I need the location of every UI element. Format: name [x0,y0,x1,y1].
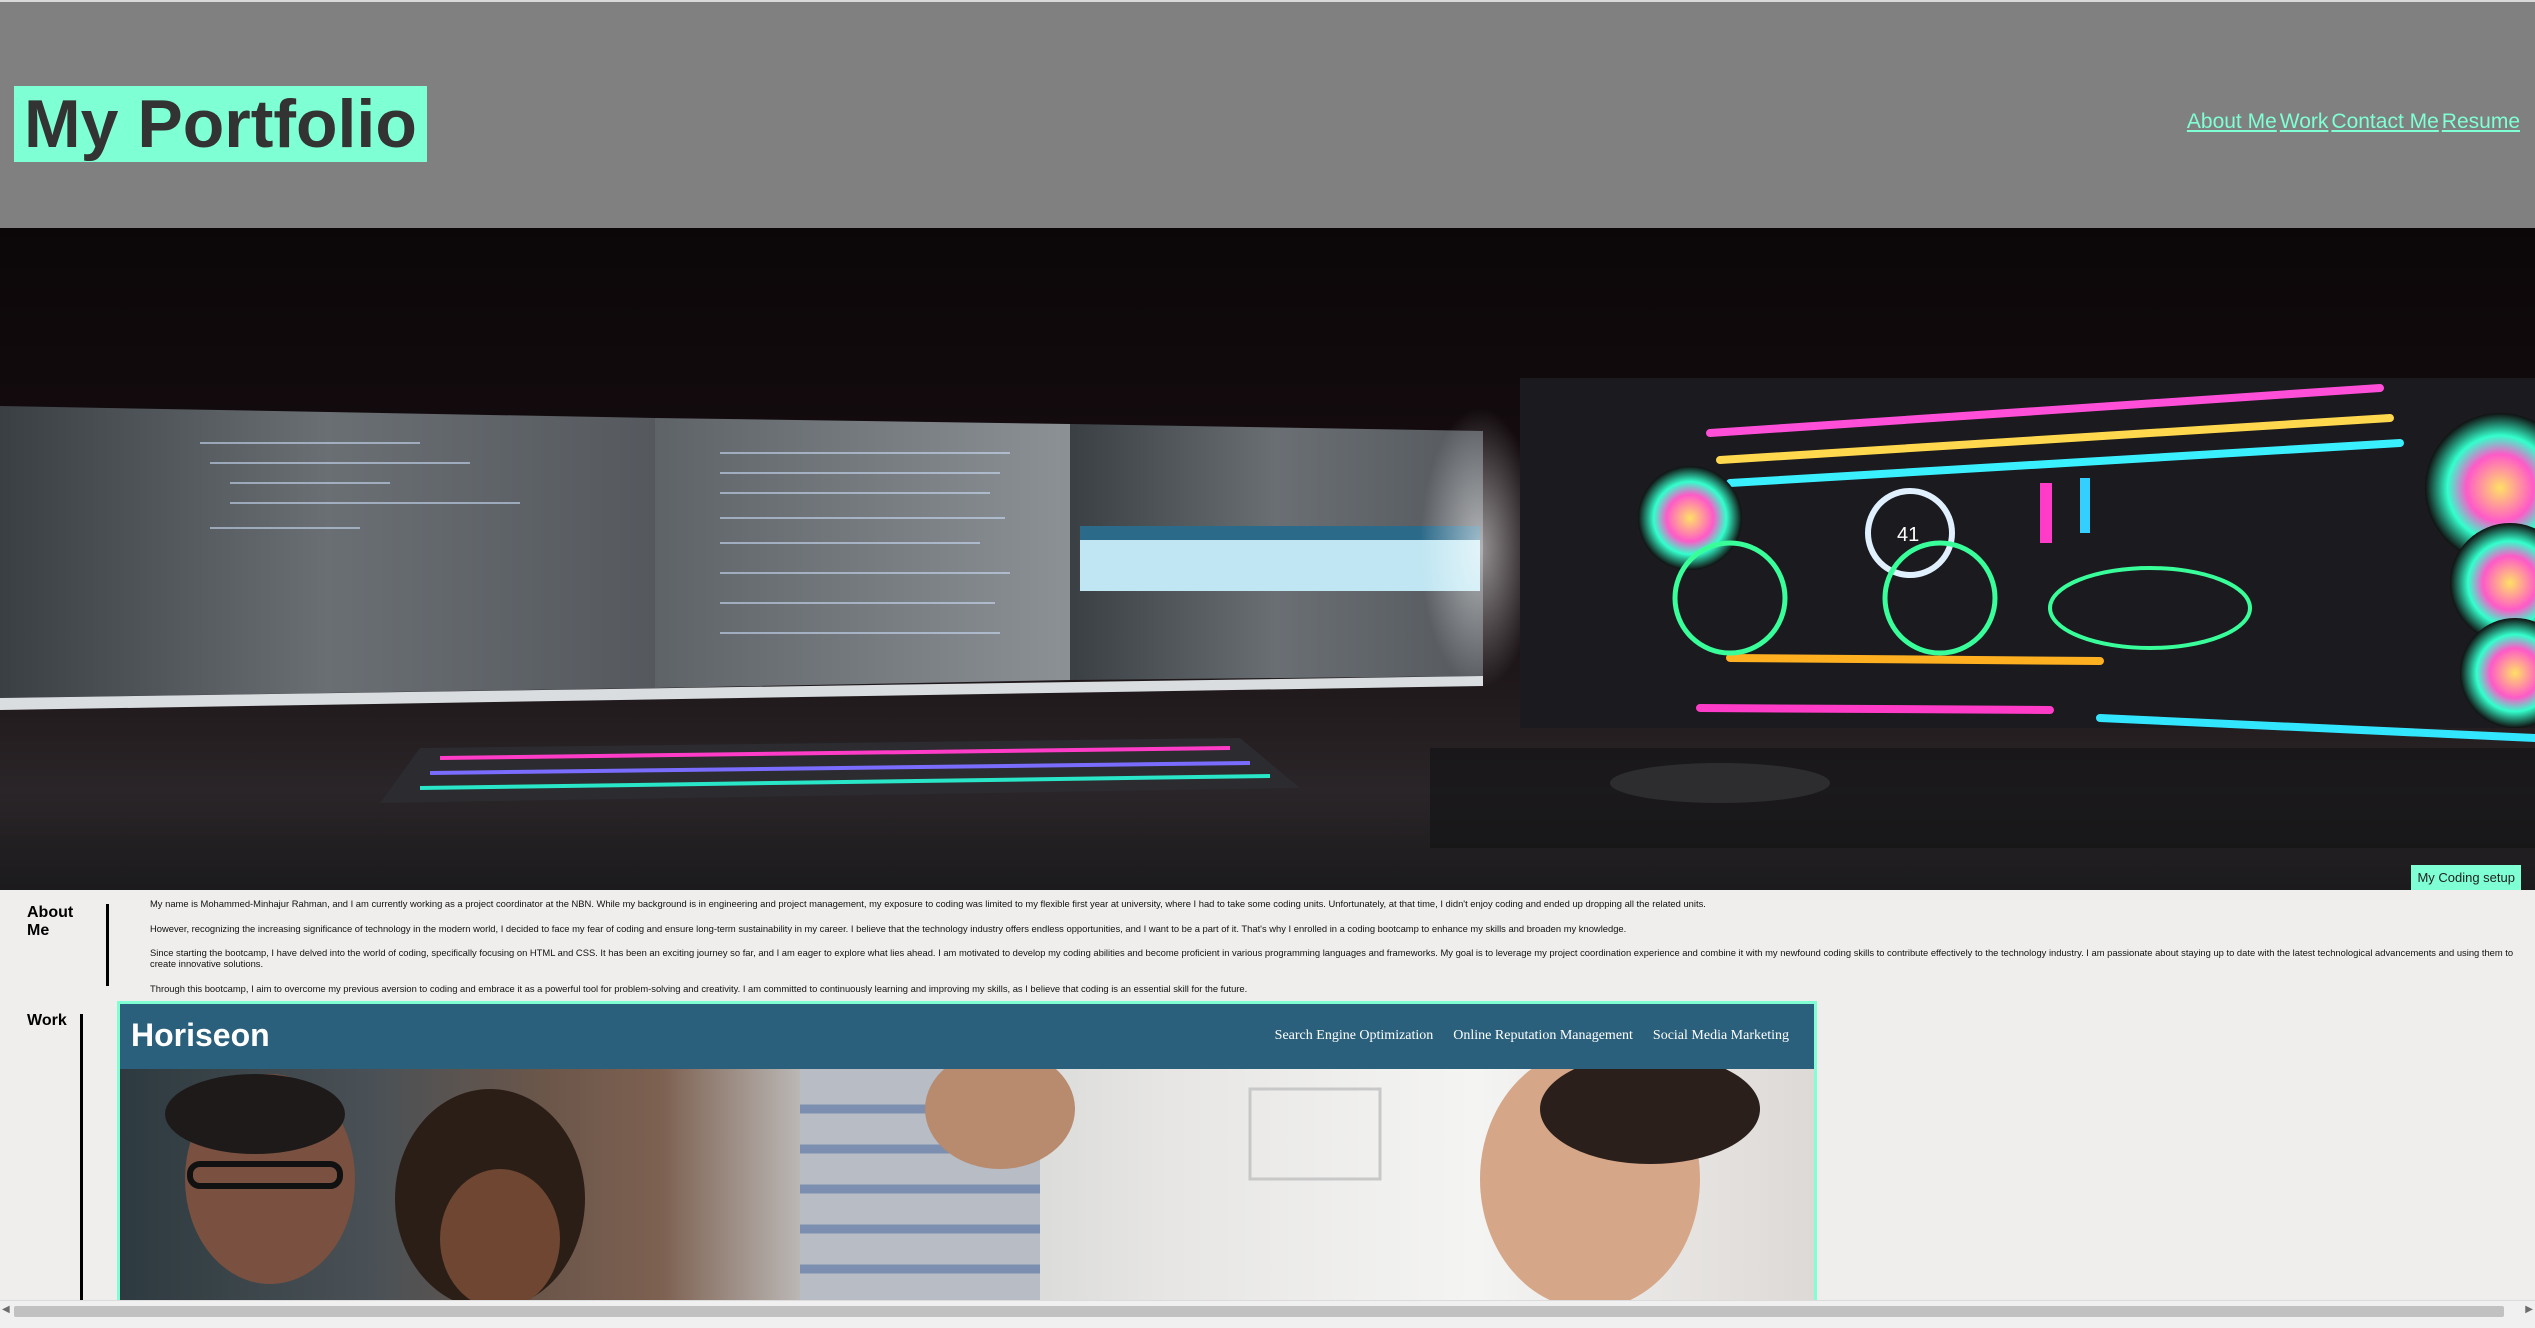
project-card-horiseon[interactable]: Horiseon Search Engine Optimization Onli… [117,1001,1817,1301]
page-title: My Portfolio [14,86,427,162]
about-paragraph: Since starting the bootcamp, I have delv… [150,947,2514,969]
horizontal-scrollbar[interactable]: ◀ ▶ [0,1300,2535,1328]
about-paragraph: However, recognizing the increasing sign… [150,922,1627,934]
project-preview-image [120,1049,1814,1301]
about-me-heading: About Me [27,904,74,939]
work-section: Work Horiseon Search Engine Optimization… [0,1000,2535,1301]
scroll-right-icon[interactable]: ▶ [2525,1304,2533,1315]
project-preview-header: Horiseon Search Engine Optimization Onli… [120,1004,1814,1069]
about-me-section: About Me My name is Mohammed-Minhajur Ra… [0,890,2535,1000]
project-preview-nav: Search Engine Optimization Online Reputa… [1275,1028,1789,1044]
project-nav-item: Online Reputation Management [1453,1028,1633,1043]
nav-link-about-me[interactable]: About Me [2187,110,2277,134]
work-heading: Work [27,1012,67,1029]
svg-text:41: 41 [1897,524,1919,546]
about-paragraph: Through this bootcamp, I aim to overcome… [150,982,1248,994]
work-divider [80,1014,83,1300]
nav-link-resume[interactable]: Resume [2442,110,2520,134]
hero-caption-badge: My Coding setup [2411,865,2521,890]
project-nav-item: Social Media Marketing [1652,1028,1789,1043]
scroll-left-icon[interactable]: ◀ [2,1304,10,1315]
project-nav-item: Search Engine Optimization [1274,1028,1434,1043]
project-logo: Horiseon [131,1017,270,1053]
main-nav: About Me Work Contact Me Resume [2187,110,2520,134]
team-photo [165,1049,1760,1301]
coding-setup-photo: 41 [0,378,2535,848]
nav-link-work[interactable]: Work [2280,110,2329,134]
hero-image: 41 My Coding setup [0,228,2535,890]
about-paragraph: My name is Mohammed-Minhajur Rahman, and… [150,898,1706,909]
nav-link-contact-me[interactable]: Contact Me [2331,110,2438,134]
about-divider [106,904,109,986]
site-header: My Portfolio About Me Work Contact Me Re… [0,0,2535,228]
about-me-text: My name is Mohammed-Minhajur Rahman, and… [150,898,2522,1007]
scrollbar-thumb[interactable] [14,1306,2504,1317]
